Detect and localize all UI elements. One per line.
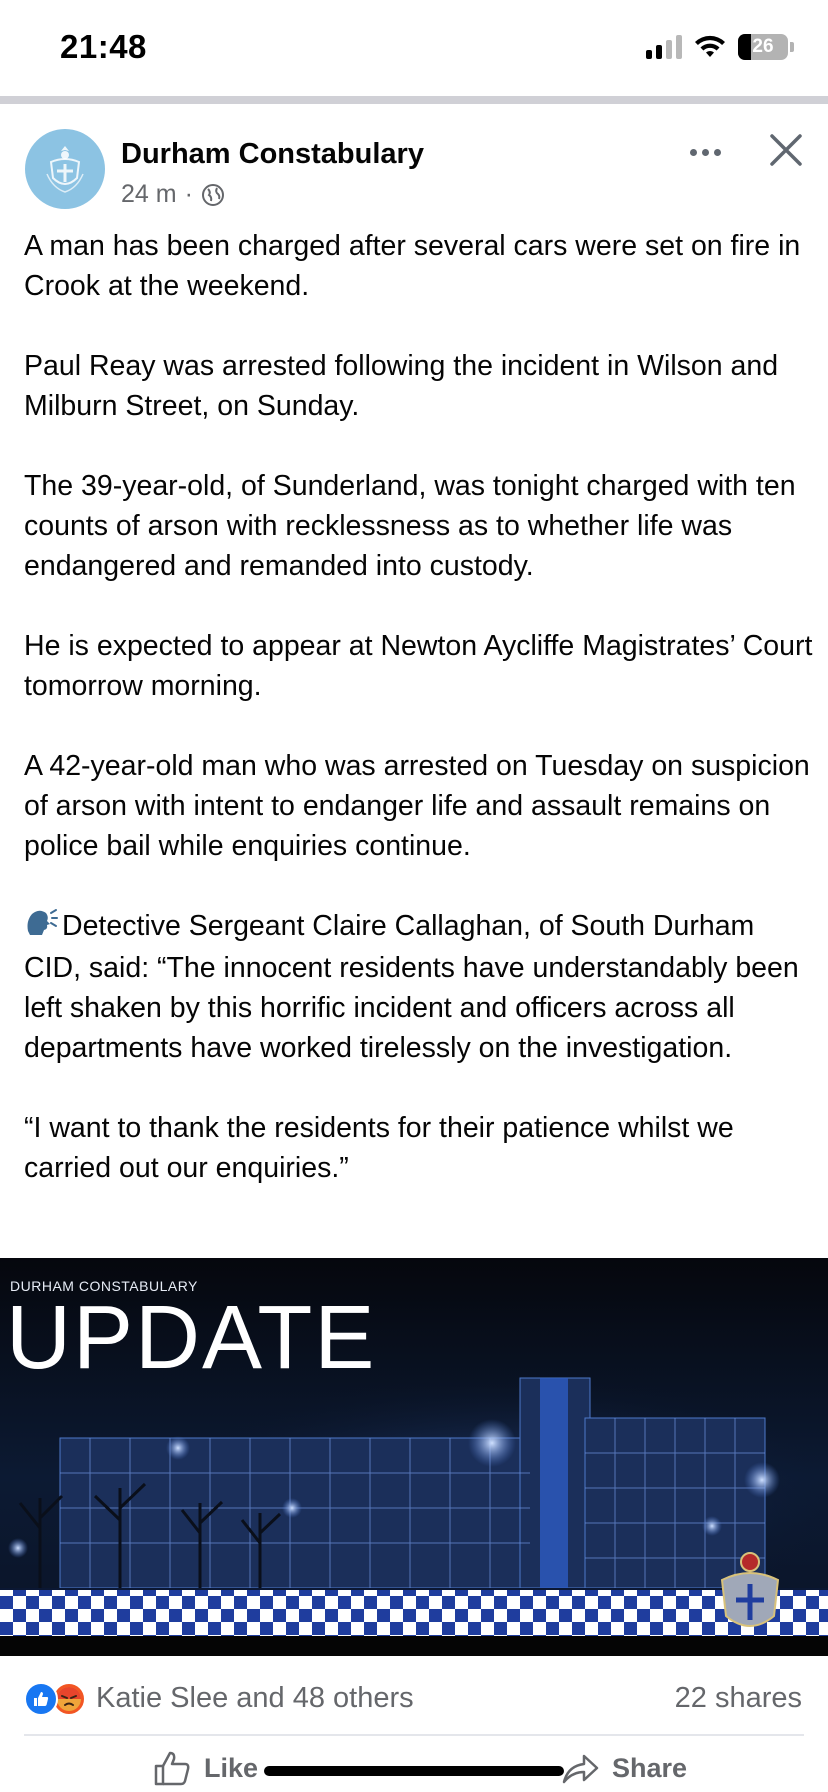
status-icons: 26 (646, 34, 794, 60)
avatar[interactable] (25, 129, 105, 209)
like-button[interactable]: Like (152, 1748, 258, 1788)
speaking-head-icon (24, 907, 62, 948)
post-paragraph-quote: Detective Sergeant Claire Callaghan, of … (24, 906, 814, 1068)
police-crest-icon (46, 146, 84, 193)
wifi-icon (695, 35, 725, 57)
post-header: Durham Constabulary 24 m · (0, 104, 828, 224)
reactions-bar: Katie Slee and 48 others 22 shares (0, 1662, 828, 1734)
post-text: A man has been charged after several car… (24, 226, 814, 1228)
share-label: Share (612, 1752, 688, 1783)
actions-divider (24, 1734, 804, 1736)
post-meta: 24 m · (121, 180, 225, 209)
post-paragraph: He is expected to appear at Newton Aycli… (24, 630, 813, 702)
author-name[interactable]: Durham Constabulary (121, 138, 424, 171)
quote-text: Detective Sergeant Claire Callaghan, of … (24, 910, 799, 1064)
share-arrow-icon (562, 1754, 599, 1784)
like-label: Like (204, 1752, 259, 1783)
post-paragraph: A man has been charged after several car… (24, 230, 801, 302)
signal-icon (646, 35, 682, 59)
reaction-icons[interactable] (24, 1682, 86, 1716)
status-time: 21:48 (60, 28, 147, 65)
meta-separator: · (184, 180, 193, 208)
battery-icon: 26 (738, 34, 794, 60)
post-paragraph: Paul Reay was arrested following the inc… (24, 350, 779, 422)
post-paragraph: “I want to thank the residents for their… (24, 1111, 734, 1184)
sheet-divider (0, 96, 828, 104)
globe-icon (201, 183, 224, 206)
home-indicator[interactable] (264, 1766, 564, 1776)
share-button[interactable]: Share (560, 1748, 687, 1788)
like-reaction-icon (24, 1682, 58, 1716)
post-image[interactable]: DURHAM CONSTABULARY UPDATE (0, 1258, 828, 1656)
thumbs-up-icon (154, 1751, 190, 1786)
more-icon (689, 148, 697, 156)
shares-count[interactable]: 22 shares (675, 1682, 802, 1715)
more-options-button[interactable] (682, 132, 728, 172)
reactions-summary[interactable]: Katie Slee and 48 others (96, 1682, 414, 1715)
post-time[interactable]: 24 m (121, 180, 177, 209)
close-icon[interactable] (766, 130, 806, 170)
post-paragraph: A 42-year-old man who was arrested on Tu… (24, 750, 810, 862)
image-headline: UPDATE (6, 1288, 377, 1388)
status-bar: 21:48 26 (0, 0, 828, 96)
battery-level: 26 (752, 36, 774, 57)
post-paragraph: The 39-year-old, of Sunderland, was toni… (24, 470, 796, 582)
